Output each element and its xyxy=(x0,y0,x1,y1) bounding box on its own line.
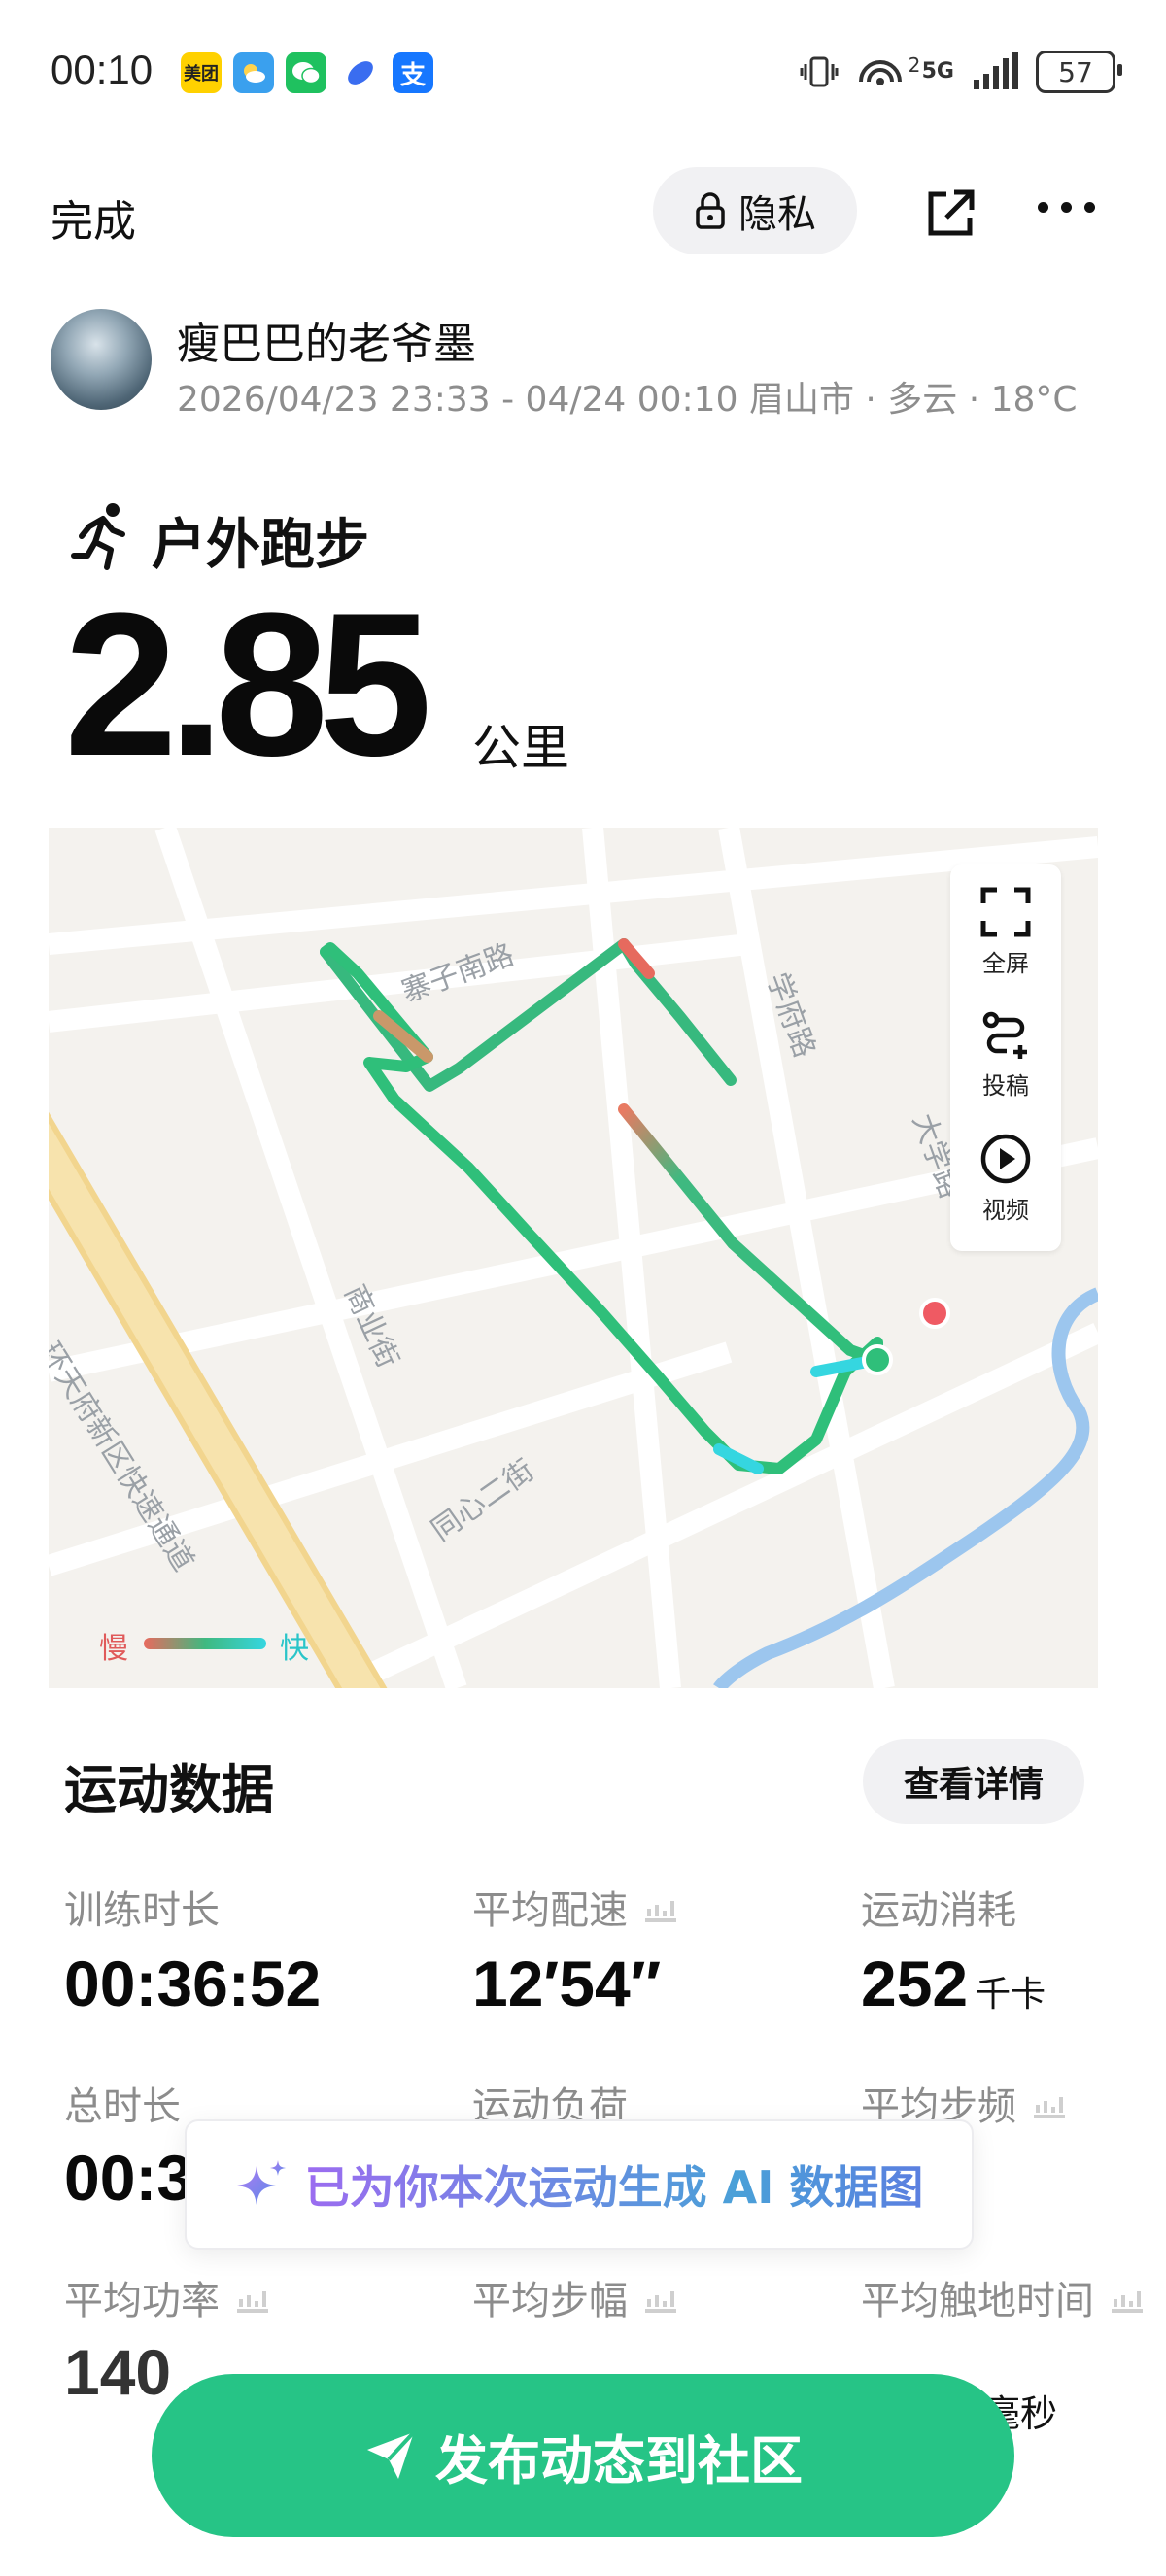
privacy-button[interactable]: 隐私 xyxy=(653,167,857,254)
map-tool-panel: 全屏 投稿 视频 xyxy=(950,864,1061,1251)
stat-label[interactable]: 平均步幅 xyxy=(472,2269,680,2325)
user-name: 瘦巴巴的老爷墨 xyxy=(177,320,476,369)
ai-banner-text: 已为你本次运动生成 AI 数据图 xyxy=(305,2152,924,2217)
status-time: 00:10 xyxy=(51,47,154,92)
trend-icon xyxy=(645,1901,676,1922)
stat-value: 00:36:52 xyxy=(64,1948,322,2019)
browser-icon xyxy=(340,52,381,93)
meituan-icon: 美团 xyxy=(181,52,222,93)
hotspot-icon xyxy=(858,60,902,85)
legend-slow: 慢 xyxy=(99,1632,128,1666)
fullscreen-label: 全屏 xyxy=(982,950,1029,977)
system-status-icons: 2 5G 57 xyxy=(800,51,1122,93)
sparkle-icon xyxy=(236,2160,286,2205)
signal-bars-icon xyxy=(974,52,1018,89)
stat-value: 140 xyxy=(64,2336,172,2408)
signal-icon: 2 5G xyxy=(908,53,954,84)
stat-value: 252 千卡 xyxy=(861,1948,1046,2019)
route-submit-button[interactable]: 投稿 xyxy=(950,1008,1061,1101)
battery-icon: 57 xyxy=(1036,51,1122,93)
alipay-icon: 支 xyxy=(393,52,433,93)
publish-label: 发布动态到社区 xyxy=(435,2429,803,2491)
more-icon[interactable] xyxy=(1038,202,1095,213)
view-details-button[interactable]: 查看详情 xyxy=(863,1739,1084,1824)
video-button[interactable]: 视频 xyxy=(950,1133,1061,1225)
stats-title: 运动数据 xyxy=(64,1759,274,1820)
publish-to-community-button[interactable]: 发布动态到社区 xyxy=(152,2374,1014,2537)
trend-icon xyxy=(645,2291,676,2313)
trend-icon xyxy=(237,2291,268,2313)
trend-icon xyxy=(1034,2097,1065,2118)
route-submit-label: 投稿 xyxy=(982,1072,1029,1100)
ai-chart-banner[interactable]: 已为你本次运动生成 AI 数据图 xyxy=(185,2119,974,2250)
distance-value: 2.85 xyxy=(64,570,432,798)
fullscreen-button[interactable]: 全屏 xyxy=(950,886,1061,978)
privacy-label: 隐私 xyxy=(738,192,816,237)
wechat-icon xyxy=(286,52,326,93)
fullscreen-icon xyxy=(980,887,1031,937)
stat-value: 00:3 xyxy=(64,2142,193,2214)
send-icon xyxy=(367,2430,416,2479)
stat-label: 训练时长 xyxy=(64,1888,220,1933)
activity-meta: 2026/04/23 23:33 - 04/24 00:10 眉山市 · 多云 … xyxy=(177,380,1078,420)
route-map[interactable]: 寨子南路 学府路 大学路 商业街 同心二街 环天府新区快速通道 xyxy=(49,828,1098,1688)
done-button[interactable]: 完成 xyxy=(51,186,136,249)
start-marker xyxy=(862,1344,893,1375)
lock-icon xyxy=(696,192,725,229)
stat-label: 总时长 xyxy=(64,2085,181,2129)
end-marker xyxy=(919,1298,950,1329)
stat-label-text: 平均功率 xyxy=(64,2279,220,2323)
trend-icon xyxy=(1112,2291,1143,2313)
stat-label[interactable]: 平均配速 xyxy=(472,1879,680,1935)
avatar[interactable] xyxy=(51,309,152,410)
stat-value: 12′54″ xyxy=(472,1948,662,2019)
stat-label-text: 平均步幅 xyxy=(472,2279,628,2323)
legend-fast: 快 xyxy=(280,1632,309,1666)
stat-label-text: 平均配速 xyxy=(472,1888,628,1933)
sport-type: 户外跑步 xyxy=(152,514,369,577)
video-play-icon xyxy=(980,1134,1031,1184)
distance-unit: 公里 xyxy=(472,720,569,776)
stat-label-text: 平均触地时间 xyxy=(861,2279,1094,2323)
vibrate-icon xyxy=(800,56,839,87)
stat-label[interactable]: 平均功率 xyxy=(64,2269,272,2325)
weather-icon xyxy=(233,52,274,93)
stat-label: 运动消耗 xyxy=(861,1888,1016,1933)
video-label: 视频 xyxy=(982,1197,1029,1224)
stat-label[interactable]: 平均触地时间 xyxy=(861,2269,1147,2325)
stat-unit: 千卡 xyxy=(976,1975,1046,2015)
pace-legend-bar xyxy=(144,1638,266,1649)
route-submit-icon xyxy=(982,1011,1027,1059)
share-icon[interactable] xyxy=(923,186,977,241)
map-canvas xyxy=(49,828,1098,1688)
running-icon xyxy=(71,503,125,570)
